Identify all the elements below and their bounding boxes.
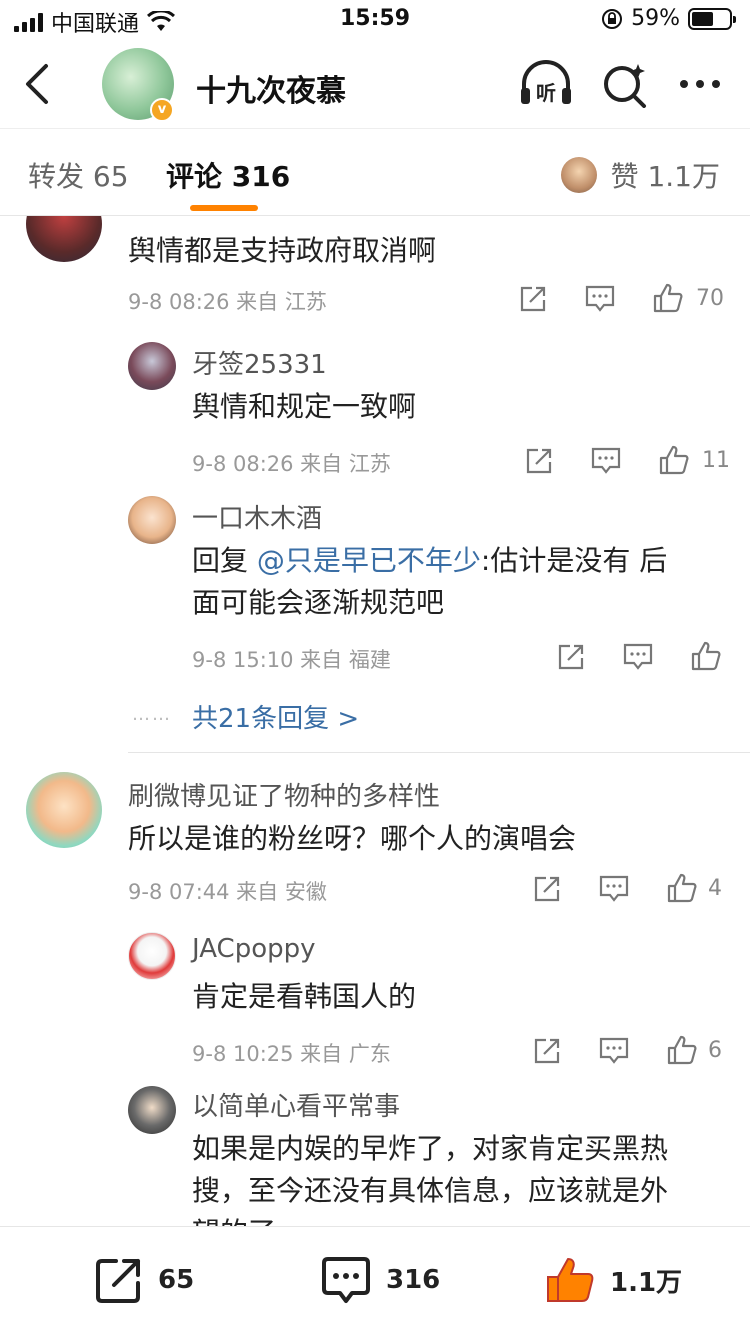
more-dots: …… [132,704,172,725]
like-count: 6 [708,1038,722,1063]
search-icon[interactable] [598,60,654,108]
commenter-avatar[interactable] [26,216,102,262]
repost-icon [96,1259,140,1303]
liker-avatar [560,157,597,193]
reply-text-line1: 如果是内娱的早炸了，对家肯定买黑热 [192,1132,669,1165]
like-count: 11 [702,448,730,473]
more-replies-link[interactable]: 共21条回复 > [192,698,359,735]
reply-avatar[interactable] [128,342,176,390]
reply-text-line1: :估计是没有 后 [480,544,668,577]
comment-text: 舆情都是支持政府取消啊 [128,234,437,267]
reply-icon[interactable] [598,1036,630,1066]
bottom-comment-button[interactable]: 316 [320,1255,440,1305]
comment-meta: 9-8 08:26 来自 江苏 [128,290,327,314]
like-icon[interactable] [652,282,684,314]
reply-meta: 9-8 15:10 来自 福建 [192,648,391,672]
bottom-comment-count: 316 [386,1265,441,1295]
commenter-name[interactable]: 刷微博见证了物种的多样性 [128,776,440,813]
tab-bar: 转发 65 评论 316 赞 1.1万 [0,128,750,216]
tab-indicator [190,205,258,211]
reply-avatar[interactable] [128,496,176,544]
reply-text-line2: 面可能会逐渐规范吧 [192,586,445,619]
bottom-action-bar: 65 316 1.1万 [0,1226,750,1334]
reply-name[interactable]: 一口木木酒 [192,498,322,535]
bottom-repost-button[interactable]: 65 [94,1255,194,1305]
rotation-lock-icon [602,8,623,29]
tab-repost[interactable]: 转发 65 [28,155,129,195]
battery-icon [688,7,736,30]
reply-name[interactable]: JACpoppy [192,934,316,964]
bottom-like-button[interactable]: 1.1万 [544,1255,682,1305]
like-icon[interactable] [666,1034,698,1066]
author-name[interactable]: 十九次夜慕 [196,66,346,110]
commenter-avatar[interactable] [26,772,102,848]
reply-meta: 9-8 10:25 来自 广东 [192,1042,391,1066]
liked-icon [547,1258,594,1302]
status-bar: 中国联通 15:59 59% [0,0,750,40]
share-icon[interactable] [524,446,554,476]
reply-avatar[interactable] [128,932,176,980]
comment-divider [128,752,750,753]
reply-icon[interactable] [584,284,616,314]
bottom-like-count: 1.1万 [610,1267,683,1298]
share-icon[interactable] [532,874,562,904]
like-icon[interactable] [658,444,690,476]
reply-text: 回复 @只是早已不年少:估计是没有 后 [192,540,667,582]
like-icon[interactable] [690,640,722,672]
reply-icon[interactable] [590,446,622,476]
comment-meta: 9-8 07:44 来自 安徽 [128,880,327,904]
share-icon[interactable] [532,1036,562,1066]
reply-icon[interactable] [598,874,630,904]
reply-name[interactable]: 牙签25331 [192,344,327,381]
listen-icon[interactable]: 听 [518,60,574,108]
mention-link[interactable]: @只是早已不年少 [257,544,481,577]
comment-icon [322,1257,370,1303]
reply-text-line3: 望的了 [192,1212,276,1226]
reply-text-line2: 搜，至今还没有具体信息，应该就是外 [192,1174,669,1207]
status-right: 59% [601,6,736,31]
reply-text: 舆情和规定一致啊 [192,390,417,423]
battery-percent: 59% [631,6,680,31]
comment-text: 所以是谁的粉丝呀？哪个人的演唱会 [128,822,577,855]
verified-badge: v [150,98,174,122]
tab-likes[interactable]: 赞 1.1万 [560,155,720,195]
reply-text: 肯定是看韩国人的 [192,980,417,1013]
nav-bar: v 十九次夜慕 听 [0,40,750,128]
reply-avatar[interactable] [128,1086,176,1134]
like-icon[interactable] [666,872,698,904]
like-count: 4 [708,876,722,901]
tab-comment[interactable]: 评论 316 [166,155,290,195]
back-icon[interactable] [20,62,56,106]
more-icon[interactable] [674,60,730,108]
comment-list[interactable]: 舆情都是支持政府取消啊 9-8 08:26 来自 江苏 70 牙签25331 舆… [0,216,750,1226]
share-icon[interactable] [518,284,548,314]
bottom-repost-count: 65 [158,1265,195,1295]
battery-fill [692,11,714,26]
reply-icon[interactable] [622,642,654,672]
listen-label: 听 [536,81,556,105]
reply-name[interactable]: 以简单心看平常事 [192,1086,400,1123]
share-icon[interactable] [556,642,586,672]
like-count: 70 [696,286,724,311]
reply-meta: 9-8 08:26 来自 江苏 [192,452,391,476]
reply-prefix: 回复 [192,544,257,577]
tab-likes-label: 赞 1.1万 [610,160,720,193]
